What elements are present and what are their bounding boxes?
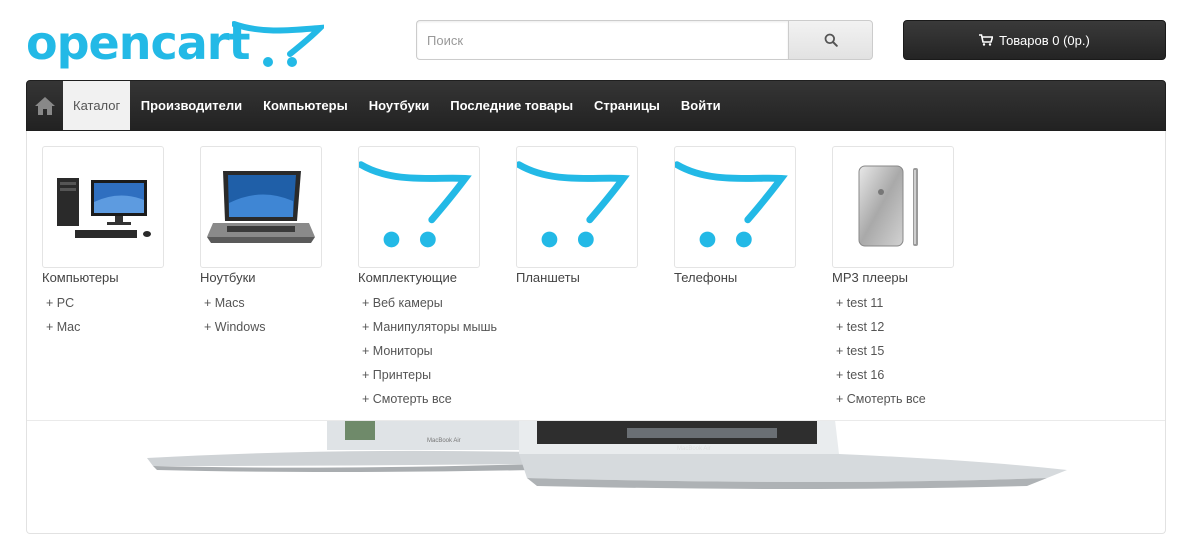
category-title[interactable]: Планшеты bbox=[516, 271, 676, 285]
search-bar bbox=[416, 20, 873, 60]
subcategory-list: + Веб камеры + Манипуляторы мышь + Монит… bbox=[358, 291, 518, 411]
home-button[interactable] bbox=[27, 81, 63, 130]
nav-item-manufacturers[interactable]: Производители bbox=[130, 81, 252, 130]
nav-item-pages[interactable]: Страницы bbox=[584, 81, 671, 130]
category-title[interactable]: Комплектующие bbox=[358, 271, 518, 285]
subcategory-link[interactable]: + PC bbox=[42, 291, 202, 315]
content-panel: MacBook Air MacBook Air Компьютеры + PC … bbox=[26, 131, 1166, 534]
category-thumbnail[interactable] bbox=[358, 146, 480, 268]
subcategory-link[interactable]: + Смотерть все bbox=[358, 387, 518, 411]
opencart-cart-placeholder-image bbox=[359, 161, 472, 248]
subcategory-link[interactable]: + test 16 bbox=[832, 363, 992, 387]
nav-item-latest-products[interactable]: Последние товары bbox=[440, 81, 584, 130]
subcategory-link[interactable]: + test 11 bbox=[832, 291, 992, 315]
ipod-image bbox=[858, 165, 918, 247]
macbook-banner-image[interactable]: MacBook Air MacBook Air bbox=[27, 420, 1166, 534]
opencart-cart-placeholder-image bbox=[517, 161, 630, 248]
subcategory-link[interactable]: + Принтеры bbox=[358, 363, 518, 387]
category-column: Компьютеры + PC + Mac bbox=[42, 146, 202, 339]
category-title[interactable]: MP3 плееры bbox=[832, 271, 992, 285]
shopping-cart-icon bbox=[979, 34, 994, 46]
category-column: MP3 плееры + test 11 + test 12 + test 15… bbox=[832, 146, 992, 411]
subcategory-list: + Macs + Windows bbox=[200, 291, 360, 339]
subcategory-link[interactable]: + Манипуляторы мышь bbox=[358, 315, 518, 339]
category-thumbnail[interactable] bbox=[42, 146, 164, 268]
subcategory-link[interactable]: + Веб камеры bbox=[358, 291, 518, 315]
category-thumbnail[interactable] bbox=[832, 146, 954, 268]
category-column: Комплектующие + Веб камеры + Манипулятор… bbox=[358, 146, 518, 411]
subcategory-link[interactable]: + Macs bbox=[200, 291, 360, 315]
subcategory-list: + PC + Mac bbox=[42, 291, 202, 339]
cart-label: Товаров 0 (0р.) bbox=[999, 32, 1090, 48]
category-column: Планшеты bbox=[516, 146, 676, 285]
nav-item-computers[interactable]: Компьютеры bbox=[253, 81, 359, 130]
subcategory-link[interactable]: + Windows bbox=[200, 315, 360, 339]
subcategory-list: + test 11 + test 12 + test 15 + test 16 … bbox=[832, 291, 992, 411]
laptop-image bbox=[207, 171, 315, 243]
category-thumbnail[interactable] bbox=[674, 146, 796, 268]
subcategory-link[interactable]: + Mac bbox=[42, 315, 202, 339]
nav-item-login[interactable]: Войти bbox=[670, 81, 731, 130]
nav-item-laptops[interactable]: Ноутбуки bbox=[358, 81, 440, 130]
banner-brand-right: MacBook Air bbox=[677, 446, 711, 452]
nav-item-catalog[interactable]: Каталог bbox=[63, 81, 131, 130]
category-title[interactable]: Ноутбуки bbox=[200, 271, 360, 285]
category-column: Телефоны bbox=[674, 146, 834, 285]
category-title[interactable]: Телефоны bbox=[674, 271, 834, 285]
category-thumbnail[interactable] bbox=[200, 146, 322, 268]
cart-logo-icon bbox=[232, 21, 324, 67]
desktop-computer-image bbox=[57, 178, 151, 238]
logo-text: opencart bbox=[26, 16, 250, 70]
subcategory-link[interactable]: + Смотерть все bbox=[832, 387, 992, 411]
opencart-logo[interactable]: opencart bbox=[26, 16, 324, 74]
catalog-dropdown: Компьютеры + PC + Mac Ноутбуки + Macs + … bbox=[27, 131, 1165, 421]
cart-button[interactable]: Товаров 0 (0р.) bbox=[903, 20, 1166, 60]
banner-brand-left: MacBook Air bbox=[427, 438, 461, 444]
subcategory-link[interactable]: + test 15 bbox=[832, 339, 992, 363]
category-thumbnail[interactable] bbox=[516, 146, 638, 268]
opencart-cart-placeholder-image bbox=[675, 161, 788, 248]
category-column: Ноутбуки + Macs + Windows bbox=[200, 146, 360, 339]
search-button[interactable] bbox=[788, 20, 873, 60]
home-icon bbox=[35, 96, 55, 115]
search-icon bbox=[824, 33, 838, 47]
main-menu: Каталог Производители Компьютеры Ноутбук… bbox=[26, 80, 1166, 131]
search-input[interactable] bbox=[416, 20, 788, 60]
subcategory-link[interactable]: + Мониторы bbox=[358, 339, 518, 363]
subcategory-link[interactable]: + test 12 bbox=[832, 315, 992, 339]
category-title[interactable]: Компьютеры bbox=[42, 271, 202, 285]
